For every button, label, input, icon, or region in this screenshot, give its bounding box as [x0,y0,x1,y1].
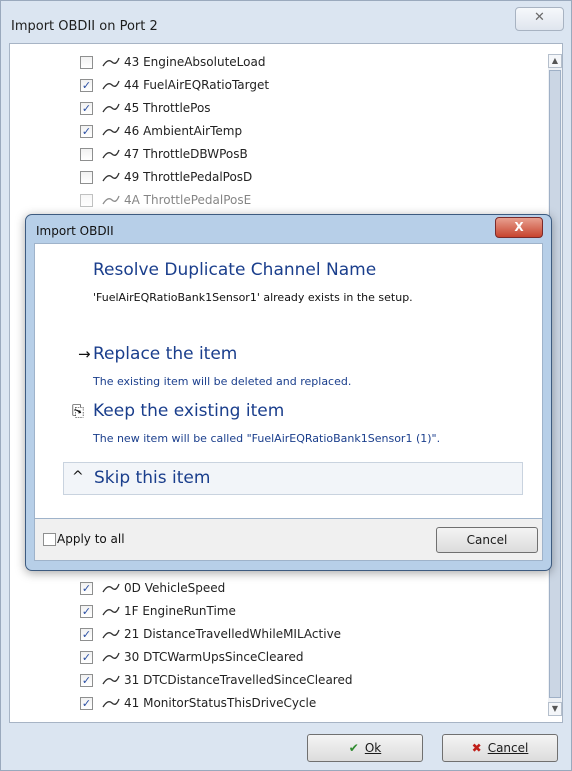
waveform-icon [102,697,120,712]
waveform-icon [102,582,120,597]
waveform-icon [102,628,120,643]
channel-checkbox[interactable]: ✓ [80,605,93,618]
waveform-icon [102,674,120,689]
channel-checkbox[interactable] [80,148,93,161]
channel-label: 46 AmbientAirTemp [124,124,243,138]
dialog-cancel-button[interactable]: Cancel [436,527,538,553]
channel-row[interactable]: 4A ThrottlePedalPosE [80,190,500,212]
chevron-up-icon: ^ [72,469,84,485]
skip-option-title: Skip this item [94,468,211,488]
dialog-title: Import OBDII [36,224,114,238]
channel-label: 43 EngineAbsoluteLoad [124,55,266,69]
cancel-label: Cancel [487,741,529,755]
channel-label: 45 ThrottlePos [124,101,211,115]
x-icon: ✖ [471,741,482,755]
cancel-button[interactable]: ✖ Cancel [442,734,558,762]
channel-row[interactable]: 49 ThrottlePedalPosD [80,167,500,189]
channel-row[interactable]: ✓ 45 ThrottlePos [80,98,500,120]
channel-row[interactable]: ✓ 21 DistanceTravelledWhileMILActive [80,624,500,646]
keep-option-title: Keep the existing item [93,401,285,421]
channel-row[interactable]: ✓ 30 DTCWarmUpsSinceCleared [80,647,500,669]
dialog-footer: Apply to all Cancel [34,519,543,561]
channel-label: 44 FuelAirEQRatioTarget [124,78,270,92]
waveform-icon [102,651,120,666]
channel-row[interactable]: ✓ 1F EngineRunTime [80,601,500,623]
waveform-icon [102,148,120,163]
channel-label: 30 DTCWarmUpsSinceCleared [124,650,304,664]
channel-label: 49 ThrottlePedalPosD [124,170,253,184]
channel-label: 47 ThrottleDBWPosB [124,147,248,161]
replace-option-subtitle: The existing item will be deleted and re… [93,375,352,388]
channel-checkbox[interactable]: ✓ [80,651,93,664]
waveform-icon [102,171,120,186]
dialog-close-button[interactable]: X [495,217,543,238]
channel-row[interactable]: 47 ThrottleDBWPosB [80,144,500,166]
waveform-icon [102,56,120,71]
waveform-icon [102,79,120,94]
apply-to-all-checkbox[interactable] [43,533,56,546]
channel-checkbox[interactable] [80,56,93,69]
scroll-down-arrow-icon[interactable]: ▼ [548,702,562,716]
channel-row[interactable]: ✓ 41 MonitorStatusThisDriveCycle [80,693,500,715]
channel-checkbox[interactable]: ✓ [80,582,93,595]
channel-checkbox[interactable]: ✓ [80,628,93,641]
channel-label: 31 DTCDistanceTravelledSinceCleared [124,673,353,687]
replace-option-title: Replace the item [93,344,238,364]
dialog-heading: Resolve Duplicate Channel Name [93,260,377,280]
channel-checkbox[interactable]: ✓ [80,674,93,687]
channel-checkbox[interactable]: ✓ [80,102,93,115]
check-icon: ✔ [348,741,359,755]
channel-label: 4A ThrottlePedalPosE [124,193,252,207]
waveform-icon [102,125,120,140]
channel-row[interactable]: ✓ 31 DTCDistanceTravelledSinceCleared [80,670,500,692]
apply-to-all-label: Apply to all [57,532,125,546]
copy-icon: ⎘ [72,402,85,420]
waveform-icon [102,194,120,209]
channel-label: 21 DistanceTravelledWhileMILActive [124,627,342,641]
arrow-right-icon: → [78,345,91,363]
channel-label: 1F EngineRunTime [124,604,236,618]
channel-checkbox[interactable] [80,171,93,184]
channel-checkbox[interactable] [80,194,93,207]
window-title: Import OBDII on Port 2 [11,19,158,34]
dialog-body: Resolve Duplicate Channel Name 'FuelAirE… [34,243,543,519]
duplicate-message: 'FuelAirEQRatioBank1Sensor1' already exi… [93,291,413,304]
waveform-icon [102,102,120,117]
channel-checkbox[interactable]: ✓ [80,79,93,92]
channel-row[interactable]: ✓ 44 FuelAirEQRatioTarget [80,75,500,97]
keep-option-subtitle: The new item will be called "FuelAirEQRa… [93,432,441,445]
resolve-duplicate-dialog: Import OBDII X Resolve Duplicate Channel… [25,214,552,571]
channel-row[interactable]: 43 EngineAbsoluteLoad [80,52,500,74]
channel-label: 0D VehicleSpeed [124,581,226,595]
channel-label: 41 MonitorStatusThisDriveCycle [124,696,317,710]
window-close-button[interactable]: ✕ [515,7,564,31]
waveform-icon [102,605,120,620]
channel-row[interactable]: ✓ 0D VehicleSpeed [80,578,500,600]
ok-label: Ok [364,741,382,755]
channel-checkbox[interactable]: ✓ [80,125,93,138]
channel-row[interactable]: ✓ 46 AmbientAirTemp [80,121,500,143]
skip-option[interactable]: ^ Skip this item [63,462,523,495]
ok-button[interactable]: ✔ Ok [307,734,423,762]
scroll-up-arrow-icon[interactable]: ▲ [548,54,562,68]
channel-checkbox[interactable]: ✓ [80,697,93,710]
